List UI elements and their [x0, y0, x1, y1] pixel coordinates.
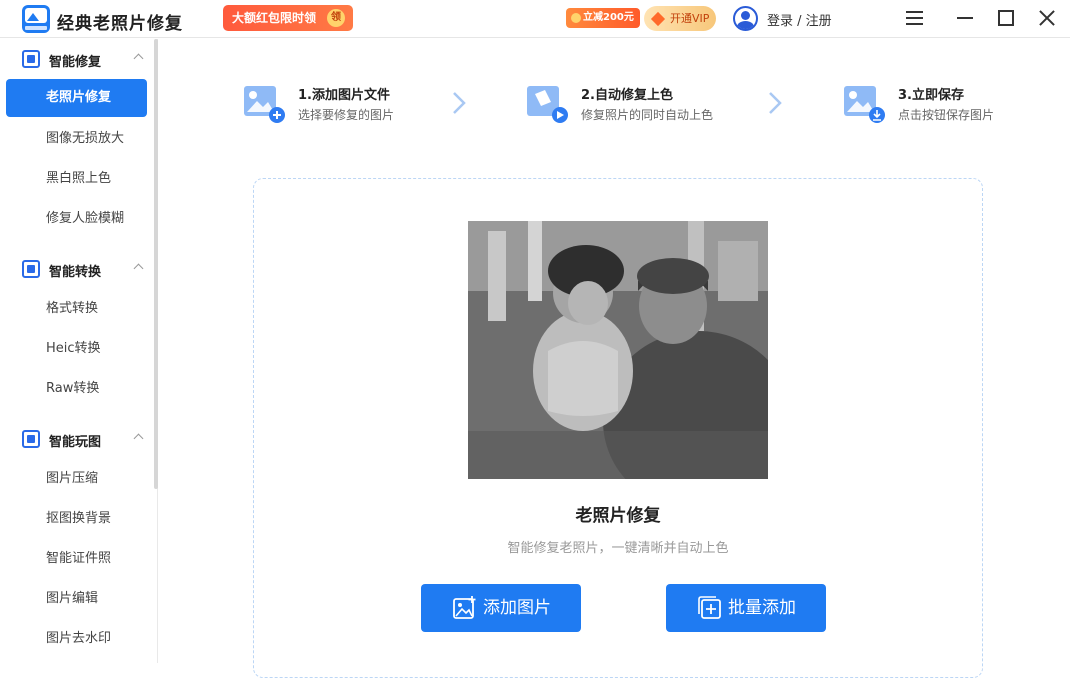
coin-icon: [571, 13, 581, 23]
open-vip-button[interactable]: 开通VIP: [644, 6, 716, 31]
card-title: 老照片修复: [575, 506, 661, 526]
red-envelope-icon: 领: [327, 9, 345, 27]
chevron-right-icon: [453, 92, 466, 114]
step-desc: 选择要修复的图片: [298, 108, 395, 122]
promo-label: 大额红包限时领: [232, 11, 317, 25]
discount-badge[interactable]: 立减200元: [566, 8, 640, 28]
discount-label: 立减200元: [583, 12, 634, 23]
close-icon[interactable]: [1038, 9, 1056, 27]
minimize-icon[interactable]: [957, 17, 973, 19]
sidebar-group-label: 智能转换: [49, 265, 102, 280]
login-register-link[interactable]: 登录 / 注册: [767, 10, 832, 29]
add-image-icon: [453, 596, 476, 619]
sidebar-item-heic-convert[interactable]: Heic转换: [6, 330, 147, 368]
sidebar-group-label: 智能玩图: [49, 435, 102, 450]
step-desc: 修复照片的同时自动上色: [581, 108, 714, 122]
sidebar-group-smart-repair[interactable]: 智能修复: [0, 39, 154, 79]
chevron-right-icon: [769, 92, 782, 114]
sample-old-photo: [468, 221, 768, 479]
batch-add-button[interactable]: 批量添加: [666, 584, 826, 632]
card-subtitle: 智能修复老照片，一键清晰并自动上色: [507, 541, 729, 556]
maximize-icon[interactable]: [998, 10, 1014, 26]
batch-add-icon: [698, 596, 721, 619]
save-image-icon: [844, 86, 885, 123]
sidebar-item-remove-watermark[interactable]: 图片去水印: [6, 620, 147, 658]
sidebar-item-raw-convert[interactable]: Raw转换: [6, 370, 147, 408]
step-title: 2.自动修复上色: [581, 88, 673, 103]
app-title: 经典老照片修复: [57, 14, 183, 34]
paint-bucket-icon: [527, 86, 568, 123]
convert-icon: [22, 260, 40, 278]
image-play-icon: [22, 430, 40, 448]
add-image-label: 添加图片: [483, 598, 551, 618]
step-title: 3.立即保存: [898, 88, 964, 103]
sidebar-group-smart-convert[interactable]: 智能转换: [0, 249, 154, 289]
sidebar-item-old-photo-repair[interactable]: 老照片修复: [6, 79, 147, 117]
sidebar-scrollbar[interactable]: [154, 39, 158, 489]
image-repair-icon: [22, 50, 40, 68]
add-image-button[interactable]: 添加图片: [421, 584, 581, 632]
chevron-up-icon: [133, 263, 144, 274]
sidebar-item-image-edit[interactable]: 图片编辑: [6, 580, 147, 618]
diamond-icon: [650, 11, 666, 27]
sidebar-item-format-convert[interactable]: 格式转换: [6, 290, 147, 328]
chevron-up-icon: [133, 53, 144, 64]
vip-label: 开通VIP: [670, 12, 710, 25]
step-title: 1.添加图片文件: [298, 88, 390, 103]
batch-add-label: 批量添加: [728, 598, 796, 618]
step-desc: 点击按钮保存图片: [898, 108, 995, 122]
sidebar-group-smart-play[interactable]: 智能玩图: [0, 419, 154, 459]
sidebar-item-lossless-upscale[interactable]: 图像无损放大: [6, 120, 147, 158]
user-avatar-icon[interactable]: [733, 6, 758, 31]
sidebar-item-compress[interactable]: 图片压缩: [6, 460, 147, 498]
app-logo-icon: [22, 5, 50, 33]
title-bar: 经典老照片修复 大额红包限时领 领 立减200元 开通VIP 登录 / 注册: [0, 0, 1070, 38]
add-image-icon: [244, 86, 285, 123]
menu-icon[interactable]: [906, 11, 923, 26]
sidebar-item-face-deblur[interactable]: 修复人脸模糊: [6, 200, 147, 238]
sidebar-group-label: 智能修复: [49, 55, 102, 70]
promo-banner[interactable]: 大额红包限时领 领: [223, 5, 353, 31]
chevron-up-icon: [133, 433, 144, 444]
sidebar-item-colorize[interactable]: 黑白照上色: [6, 160, 147, 198]
sidebar: 智能修复 老照片修复 图像无损放大 黑白照上色 修复人脸模糊 智能转换 格式转换…: [0, 39, 158, 663]
